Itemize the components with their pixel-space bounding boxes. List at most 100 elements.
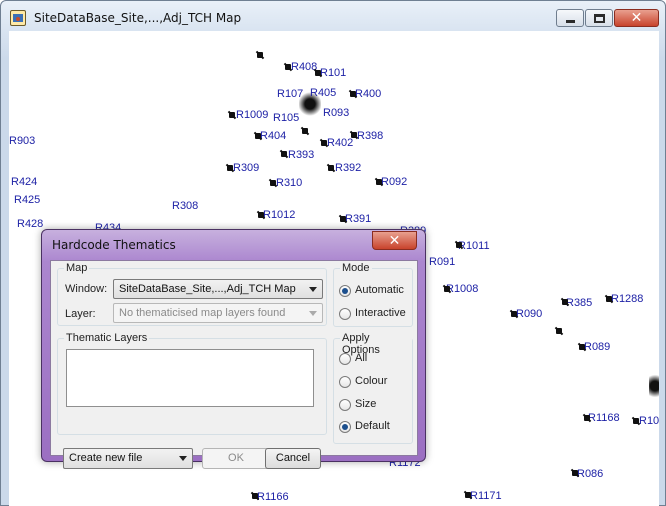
site-label[interactable]: R107 [277, 89, 303, 100]
apply-default-label: Default [355, 420, 390, 432]
site-label[interactable]: R101 [320, 68, 346, 79]
apply-all-label: All [355, 352, 368, 364]
apply-size-radio[interactable] [339, 399, 351, 411]
close-icon: ✕ [388, 232, 401, 249]
apply-default-radio[interactable] [339, 421, 351, 433]
site-label[interactable]: R310 [276, 178, 302, 189]
site-label[interactable]: R424 [11, 177, 37, 188]
site-mark [229, 112, 235, 118]
site-label[interactable]: R402 [327, 138, 353, 149]
mode-automatic-label: Automatic [355, 284, 404, 296]
site-label[interactable]: R903 [9, 136, 35, 147]
site-mark [340, 216, 346, 222]
site-label[interactable]: R309 [233, 163, 259, 174]
site-label[interactable]: R405 [310, 88, 336, 99]
site-mark [376, 179, 382, 185]
site-mark [633, 418, 639, 424]
site-mark [511, 311, 517, 317]
chevron-down-icon [179, 456, 187, 461]
site-mark [584, 415, 590, 421]
site-label[interactable]: R398 [357, 131, 383, 142]
apply-colour-radio[interactable] [339, 376, 351, 388]
mode-group: Mode Automatic Interactive [333, 262, 413, 327]
site-mark [302, 128, 308, 134]
site-label[interactable]: R408 [291, 62, 317, 73]
site-label[interactable]: R391 [345, 214, 371, 225]
site-label[interactable]: R308 [172, 201, 198, 212]
site-label[interactable]: R1168 [588, 413, 620, 424]
site-label[interactable]: R1166 [257, 492, 289, 503]
site-mark [350, 91, 356, 97]
site-label[interactable]: R089 [584, 342, 610, 353]
dialog-body: Map Window: SiteDataBase_Site,...,Adj_TC… [50, 260, 418, 469]
chevron-down-icon [309, 287, 317, 292]
apply-colour-label: Colour [355, 375, 388, 387]
site-label[interactable]: R091 [429, 257, 455, 268]
mode-group-title: Mode [340, 262, 372, 274]
map-cluster-mark [649, 371, 659, 401]
site-label[interactable]: R105 [273, 113, 299, 124]
site-mark [252, 493, 258, 499]
window-select[interactable]: SiteDataBase_Site,...,Adj_TCH Map [113, 279, 323, 299]
site-label[interactable]: R10 [639, 416, 659, 427]
site-mark [606, 296, 612, 302]
dialog-title: Hardcode Thematics [52, 238, 176, 252]
cancel-button[interactable]: Cancel [265, 448, 321, 469]
site-label[interactable]: R428 [17, 219, 43, 230]
site-label[interactable]: R1012 [263, 210, 295, 221]
site-label[interactable]: R086 [577, 469, 603, 480]
close-icon: ✕ [630, 10, 643, 26]
site-mark [321, 140, 327, 146]
site-mark [465, 492, 471, 498]
site-label[interactable]: R1288 [611, 294, 643, 305]
apply-options-title: Apply Options [340, 332, 412, 356]
minimize-icon [565, 19, 575, 23]
site-label[interactable]: R1008 [446, 284, 478, 295]
mode-interactive-radio[interactable] [339, 308, 351, 320]
hardcode-thematics-dialog: Hardcode Thematics ✕ Map Window: SiteDat… [41, 229, 426, 469]
thematic-layers-title: Thematic Layers [64, 332, 150, 344]
apply-all-radio[interactable] [339, 353, 351, 365]
maximize-button[interactable] [585, 9, 613, 27]
site-mark [258, 212, 264, 218]
site-mark [285, 64, 291, 70]
site-mark [562, 299, 568, 305]
dialog-close-button[interactable]: ✕ [372, 231, 417, 250]
file-action-select[interactable]: Create new file [63, 448, 193, 469]
site-mark [444, 286, 450, 292]
mode-automatic-radio[interactable] [339, 285, 351, 297]
site-label[interactable]: R425 [14, 195, 40, 206]
map-group-title: Map [64, 262, 90, 274]
layer-select[interactable]: No thematicised map layers found [113, 303, 323, 323]
site-mark [227, 165, 233, 171]
window-title: SiteDataBase_Site,...,Adj_TCH Map [34, 11, 242, 25]
site-label[interactable]: R400 [355, 89, 381, 100]
site-label[interactable]: R093 [323, 108, 349, 119]
site-label[interactable]: R393 [288, 150, 314, 161]
site-mark [572, 470, 578, 476]
site-label[interactable]: R090 [516, 309, 542, 320]
maximize-icon [593, 13, 605, 23]
ok-button[interactable]: OK [202, 448, 270, 469]
mode-interactive-label: Interactive [355, 307, 406, 319]
site-mark [257, 52, 263, 58]
site-mark [315, 70, 321, 76]
thematic-layers-list[interactable] [66, 349, 314, 407]
site-mark [579, 344, 585, 350]
site-mark [281, 151, 287, 157]
site-label[interactable]: R092 [381, 177, 407, 188]
site-mark [328, 165, 334, 171]
site-label[interactable]: R404 [260, 131, 286, 142]
minimize-button[interactable] [556, 9, 584, 27]
site-mark [456, 242, 462, 248]
site-mark [270, 180, 276, 186]
site-label[interactable]: R392 [335, 163, 361, 174]
site-label[interactable]: R1171 [470, 491, 502, 502]
site-label[interactable]: R1009 [236, 110, 268, 121]
site-label[interactable]: R385 [566, 298, 592, 309]
close-button[interactable]: ✕ [614, 9, 659, 27]
site-mark [255, 133, 261, 139]
window-title-bar[interactable]: SiteDataBase_Site,...,Adj_TCH Map ✕ [1, 1, 665, 31]
site-mark [556, 328, 562, 334]
app-map-icon [10, 10, 26, 26]
